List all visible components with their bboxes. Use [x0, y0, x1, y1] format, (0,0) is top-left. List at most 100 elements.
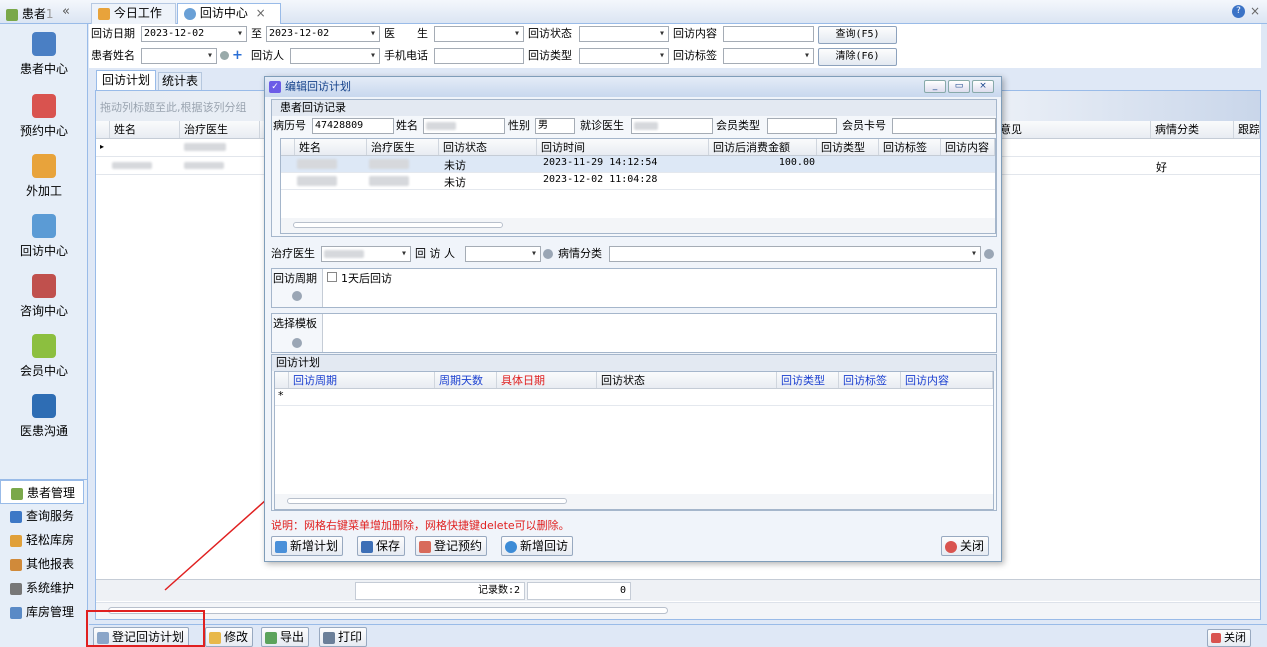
- add-patient-icon[interactable]: +: [232, 49, 243, 62]
- name-label: 姓名: [396, 119, 418, 132]
- table-row[interactable]: *: [275, 389, 993, 406]
- tab-stats[interactable]: 统计表: [158, 72, 202, 90]
- tab-followup-center[interactable]: 回访中心 ×: [177, 3, 281, 24]
- col-doctor[interactable]: 治疗医生: [180, 121, 260, 138]
- member-card-input[interactable]: [892, 118, 996, 134]
- record-col-4[interactable]: 回访后消费金额: [709, 139, 817, 155]
- gender-input[interactable]: 男: [535, 118, 575, 134]
- col-follow[interactable]: 跟踪: [1234, 121, 1260, 138]
- plan-col-1[interactable]: 周期天数: [435, 372, 497, 388]
- name-input[interactable]: [423, 118, 505, 134]
- member-type-input[interactable]: [767, 118, 837, 134]
- plan-col-3[interactable]: 回访状态: [597, 372, 777, 388]
- period-gear-icon[interactable]: [292, 291, 302, 301]
- collapse-panel-button[interactable]: «: [62, 4, 70, 19]
- plan-col-4[interactable]: 回访类型: [777, 372, 839, 388]
- doctor-select[interactable]: [434, 26, 524, 42]
- nav-item-6[interactable]: 医患沟通: [0, 394, 88, 439]
- close-window-icon[interactable]: ×: [1250, 4, 1260, 18]
- nav-item-1[interactable]: 预约中心: [0, 94, 88, 139]
- type-select[interactable]: [579, 48, 669, 64]
- period-checkbox[interactable]: [327, 272, 337, 282]
- close-page-button[interactable]: 关闭: [1207, 629, 1251, 647]
- save-button[interactable]: 保存: [357, 536, 406, 556]
- print-button[interactable]: 打印: [319, 627, 368, 647]
- tag-select[interactable]: [723, 48, 814, 64]
- nav-small-item-4[interactable]: 系统维护: [0, 576, 84, 600]
- media-icon: [32, 394, 56, 418]
- close-tab-icon[interactable]: ×: [256, 6, 266, 20]
- col-name[interactable]: 姓名: [110, 121, 180, 138]
- content-input[interactable]: [723, 26, 814, 42]
- help-icon[interactable]: ?: [1232, 5, 1245, 18]
- refresh-icon: [184, 7, 196, 20]
- treat-doctor-select[interactable]: [321, 246, 411, 262]
- tab-plan[interactable]: 回访计划: [96, 70, 156, 90]
- visitor-select[interactable]: [290, 48, 380, 64]
- record-col-2[interactable]: 回访状态: [439, 139, 537, 155]
- home-icon: [98, 7, 110, 20]
- date-to-input[interactable]: 2023-12-02: [266, 26, 380, 42]
- nav-item-4[interactable]: 咨询中心: [0, 274, 88, 319]
- date-from-input[interactable]: 2023-12-02: [141, 26, 247, 42]
- template-options[interactable]: [322, 314, 996, 352]
- minimize-button[interactable]: _: [924, 80, 946, 93]
- nav-item-5[interactable]: 会员中心: [0, 334, 88, 379]
- template-gear-icon[interactable]: [292, 338, 302, 348]
- record-col-6[interactable]: 回访标签: [879, 139, 941, 155]
- col-category[interactable]: 病情分类: [1151, 121, 1234, 138]
- close-page-label: 关闭: [1224, 631, 1246, 644]
- visitor-gear-icon[interactable]: [543, 249, 553, 259]
- phone-input[interactable]: [434, 48, 524, 64]
- content-label: 回访内容: [673, 27, 717, 40]
- nav-item-3[interactable]: 回访中心: [0, 214, 88, 259]
- tab-today-work[interactable]: 今日工作: [91, 3, 176, 24]
- record-col-3[interactable]: 回访时间: [537, 139, 709, 155]
- export-icon: [265, 631, 277, 644]
- category-field-select[interactable]: [609, 246, 981, 262]
- nav-small-item-3[interactable]: 其他报表: [0, 552, 84, 576]
- nav-item-0[interactable]: 患者中心: [0, 32, 88, 77]
- table-row[interactable]: 未访 2023-11-29 14:12:54 100.00: [281, 156, 995, 173]
- col-opinion[interactable]: 意见: [996, 121, 1151, 138]
- patient-name-select[interactable]: [141, 48, 217, 64]
- scrollbar-thumb[interactable]: [287, 498, 567, 504]
- dialog-close-text-button[interactable]: 关闭: [941, 536, 990, 556]
- query-button[interactable]: 查询(F5): [818, 26, 897, 44]
- nav-small-item-1[interactable]: 查询服务: [0, 504, 84, 528]
- nav-small-item-0[interactable]: 患者管理: [0, 480, 84, 504]
- plan-scrollbar[interactable]: [275, 494, 993, 509]
- plan-col-6[interactable]: 回访内容: [901, 372, 993, 388]
- maximize-button[interactable]: ▭: [948, 80, 970, 93]
- visitor-field-select[interactable]: [465, 246, 541, 262]
- record-scrollbar[interactable]: [281, 218, 995, 233]
- filter-panel: 回访日期 2023-12-02 至 2023-12-02 医 生 回访状态 回访…: [89, 24, 1261, 68]
- new-visit-button[interactable]: 新增回访: [501, 536, 574, 556]
- clear-button[interactable]: 清除(F6): [818, 48, 897, 66]
- visit-doctor-input[interactable]: [631, 118, 713, 134]
- modify-button[interactable]: 修改: [205, 627, 254, 647]
- box-small-icon: [10, 534, 22, 547]
- record-col-1[interactable]: 治疗医生: [367, 139, 439, 155]
- horizontal-scrollbar[interactable]: [96, 602, 1260, 619]
- period-label: 回访周期: [273, 272, 317, 285]
- nav-small-item-5[interactable]: 库房管理: [0, 600, 84, 624]
- status-select[interactable]: [579, 26, 669, 42]
- mrn-input[interactable]: 47428809: [312, 118, 394, 134]
- category-gear-icon[interactable]: [984, 249, 994, 259]
- record-col-7[interactable]: 回访内容: [941, 139, 995, 155]
- record-col-5[interactable]: 回访类型: [817, 139, 879, 155]
- table-row[interactable]: 未访 2023-12-02 11:04:28: [281, 173, 995, 190]
- record-col-0[interactable]: 姓名: [295, 139, 367, 155]
- new-plan-button[interactable]: 新增计划: [271, 536, 344, 556]
- dialog-close-button[interactable]: ×: [972, 80, 994, 93]
- scrollbar-thumb[interactable]: [293, 222, 503, 228]
- clear-name-icon[interactable]: [220, 51, 229, 60]
- export-button[interactable]: 导出: [261, 627, 310, 647]
- plan-col-5[interactable]: 回访标签: [839, 372, 901, 388]
- nav-small-item-2[interactable]: 轻松库房: [0, 528, 84, 552]
- plan-col-0[interactable]: 回访周期: [289, 372, 435, 388]
- register-appointment-button[interactable]: 登记预约: [415, 536, 488, 556]
- nav-item-2[interactable]: 外加工: [0, 154, 88, 199]
- plan-col-2[interactable]: 具体日期: [497, 372, 597, 388]
